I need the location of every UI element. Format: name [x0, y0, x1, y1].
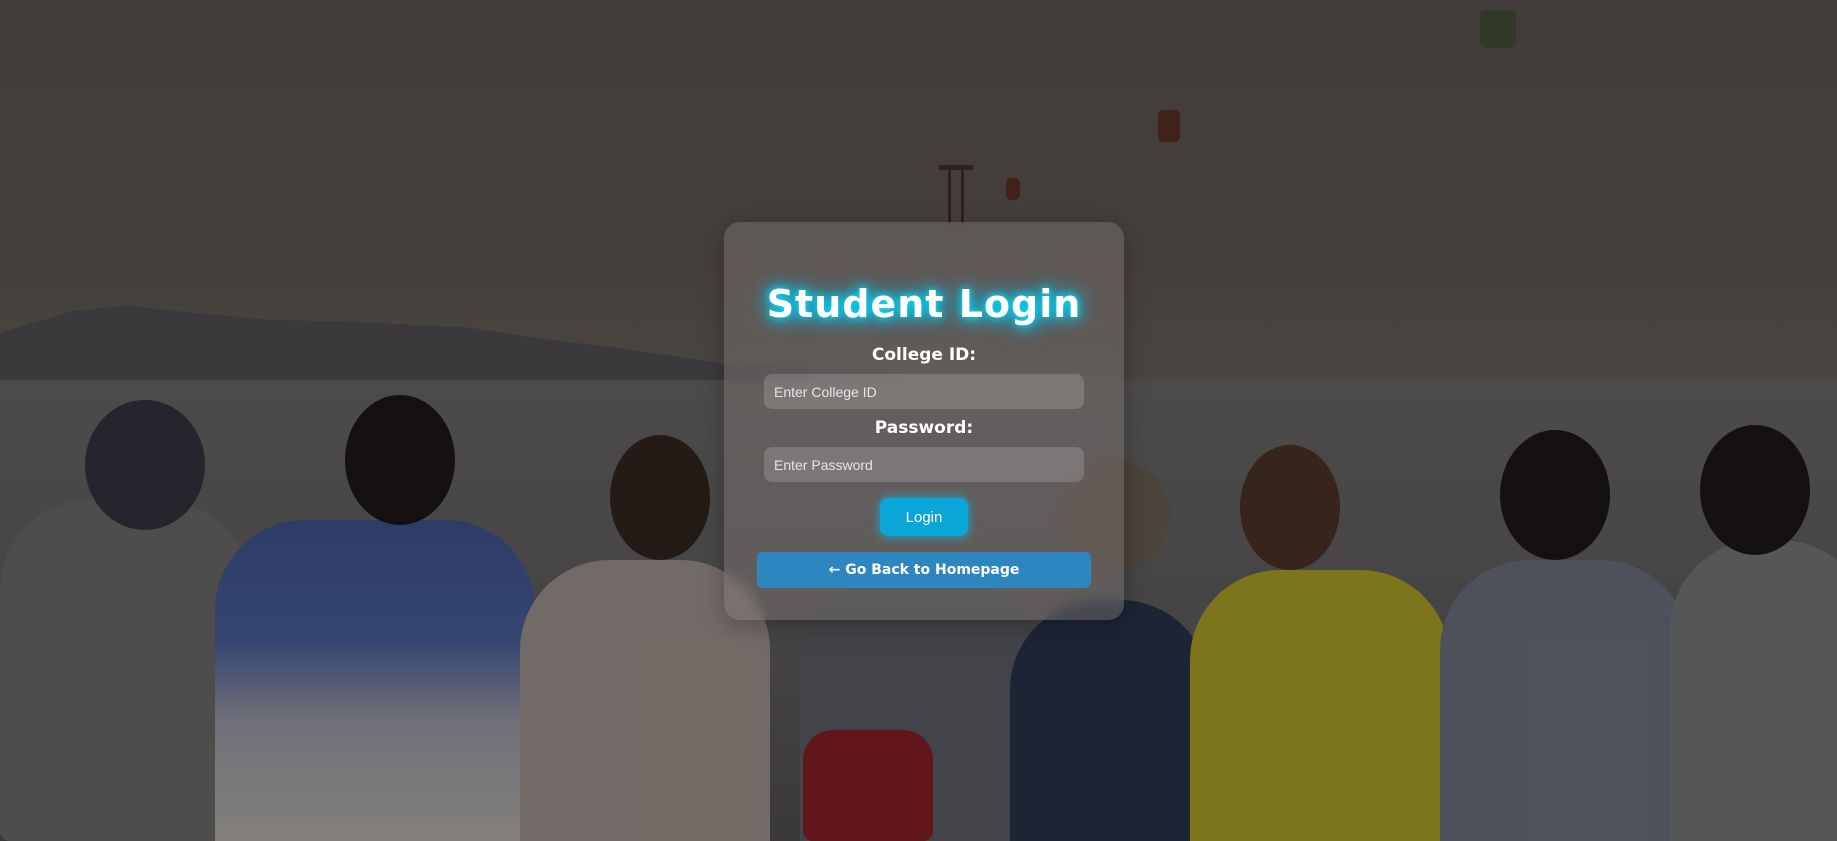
login-button[interactable]: Login [880, 498, 968, 536]
college-id-label: College ID: [871, 345, 977, 365]
page-title: Student Login [766, 282, 1082, 326]
college-id-input[interactable] [764, 374, 1084, 409]
password-input[interactable] [764, 447, 1084, 482]
password-label: Password: [874, 418, 974, 438]
back-to-homepage-button[interactable]: ← Go Back to Homepage [757, 552, 1091, 588]
login-card: Student Login College ID: Password: Logi… [724, 222, 1124, 620]
